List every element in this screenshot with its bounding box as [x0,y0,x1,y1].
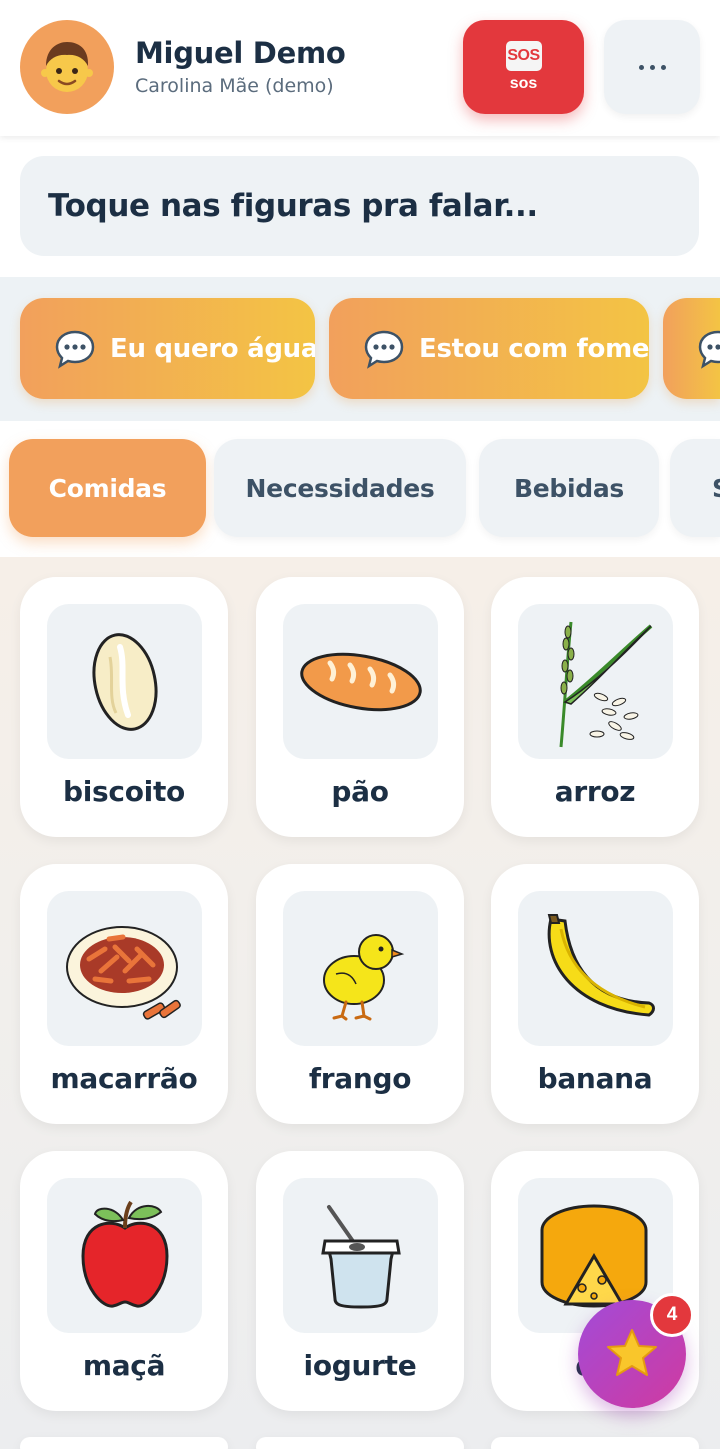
phrase-button[interactable]: Eu quero água [20,298,315,399]
symbol-card-pao[interactable]: pão [256,577,464,837]
quick-phrases: Eu quero água Estou com fome [0,277,720,421]
speech-bubble-icon [698,330,720,369]
cheese-icon [540,1204,647,1308]
banana-icon [547,913,655,1017]
tab-necessidades[interactable]: Necessidades [214,439,466,537]
phrase-button[interactable]: Estou com fome [329,298,649,399]
phrase-label: Eu quero água [110,333,315,364]
more-button[interactable] [604,20,700,114]
symbol-card-arroz[interactable]: arroz [491,577,699,837]
symbol-card-partial[interactable] [256,1437,464,1449]
card-label: pão [331,775,389,808]
sentence-bar[interactable]: Toque nas figuras pra falar... [20,156,699,256]
user-subtitle: Carolina Mãe (demo) [135,75,334,97]
sos-label: sos [509,75,538,92]
phrase-label: Estou com fome [419,333,649,364]
symbol-card-frango[interactable]: frango [256,864,464,1124]
boy-face-icon [41,42,93,92]
card-label: maçã [82,1349,166,1382]
card-image [518,604,673,759]
card-label: frango [308,1062,412,1095]
card-label: biscoito [63,775,185,808]
tab-comidas[interactable]: Comidas [9,439,206,537]
symbol-card-macarrao[interactable]: macarrão [20,864,228,1124]
tab-bebidas[interactable]: Bebidas [479,439,659,537]
phrase-button[interactable] [663,298,720,399]
card-image [283,604,438,759]
card-image [518,891,673,1046]
speech-bubble-icon [55,330,95,369]
app-header: Miguel Demo Carolina Mãe (demo) SOS sos [0,0,720,136]
card-label: banana [537,1062,653,1095]
pasta-icon [65,925,181,1020]
symbol-card-maca[interactable]: maçã [20,1151,228,1411]
avatar[interactable] [20,20,114,114]
card-image [283,891,438,1046]
rice-icon [559,621,652,747]
favorites-badge: 4 [650,1293,694,1337]
card-image [47,1178,202,1333]
symbol-card-partial[interactable] [20,1437,228,1449]
sos-button[interactable]: SOS sos [463,20,584,114]
category-tabs: Comidas Necessidades Bebidas S [0,421,720,557]
user-name: Miguel Demo [135,36,346,70]
card-image [283,1178,438,1333]
card-image [47,891,202,1046]
chick-icon [322,933,404,1020]
symbol-card-iogurte[interactable]: iogurte [256,1151,464,1411]
tab-partial[interactable]: S [670,439,720,537]
card-label: arroz [554,775,636,808]
bread-icon [299,652,422,711]
apple-icon [80,1200,169,1308]
yogurt-icon [320,1204,401,1309]
symbol-card-biscoito[interactable]: biscoito [20,577,228,837]
symbol-card-partial[interactable] [491,1437,699,1449]
more-dots-icon [638,64,666,70]
cookie-icon [92,632,157,731]
symbol-card-banana[interactable]: banana [491,864,699,1124]
star-icon [607,1329,657,1376]
card-image [47,604,202,759]
speech-bubble-icon [364,330,404,369]
card-label: iogurte [303,1349,417,1382]
sos-icon: SOS [505,41,542,71]
card-label: macarrão [50,1062,198,1095]
